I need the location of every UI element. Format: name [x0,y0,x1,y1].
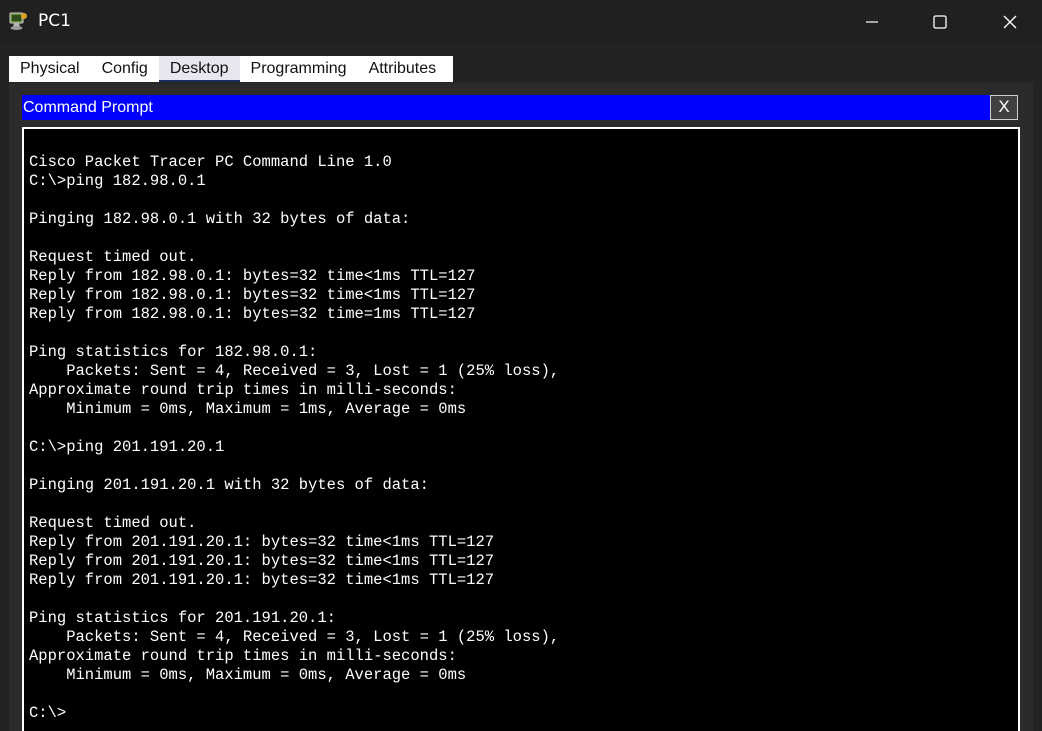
minimize-button[interactable] [842,0,902,44]
tab-physical[interactable]: Physical [9,56,91,82]
minimize-icon [866,21,878,23]
command-prompt-close-button[interactable]: X [990,95,1018,120]
close-icon [1003,15,1017,29]
tab-desktop[interactable]: Desktop [158,56,240,82]
title-bar[interactable]: PC1 [0,0,1042,44]
desktop-panel: Command Prompt X Cisco Packet Tracer PC … [9,83,1033,731]
maximize-button[interactable] [910,0,970,44]
maximize-icon [933,15,947,29]
tab-attributes[interactable]: Attributes [358,56,448,82]
command-prompt-title: Command Prompt [23,99,153,116]
window-client-area: Physical Config Desktop Programming Attr… [0,44,1042,731]
close-window-button[interactable] [980,0,1040,44]
application-window: PC1 Physical Config Desktop Programming … [0,0,1042,731]
packet-tracer-pc-icon [9,12,27,30]
tab-config[interactable]: Config [91,56,159,82]
terminal-output-area[interactable]: Cisco Packet Tracer PC Command Line 1.0 … [22,127,1020,731]
command-prompt-header: Command Prompt [22,95,990,120]
terminal-text: Cisco Packet Tracer PC Command Line 1.0 … [29,153,560,722]
tab-bar: Physical Config Desktop Programming Attr… [9,56,453,82]
window-title: PC1 [38,11,71,31]
tab-programming[interactable]: Programming [240,56,358,82]
